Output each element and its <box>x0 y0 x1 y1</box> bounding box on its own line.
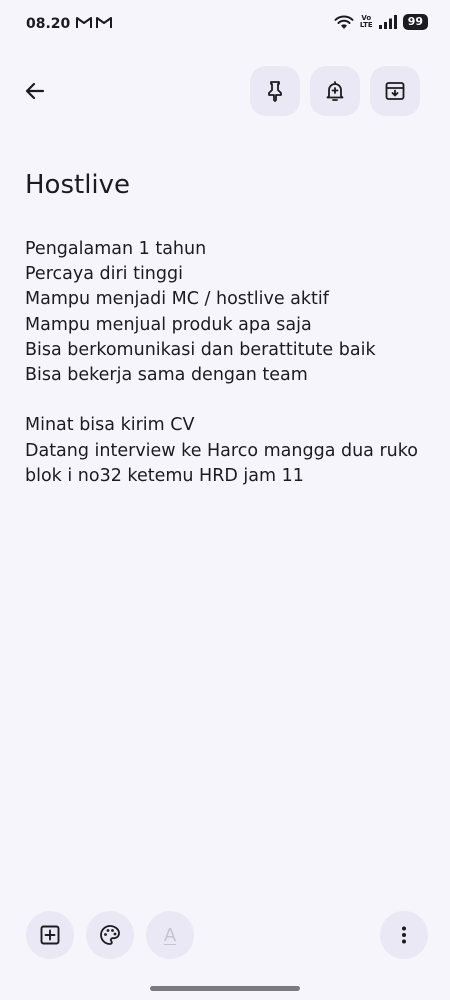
wifi-icon <box>334 15 354 29</box>
signal-icon <box>378 15 397 29</box>
arrow-back-icon <box>25 82 45 100</box>
gesture-bar[interactable] <box>150 986 300 991</box>
archive-icon <box>385 82 405 100</box>
note-line: Bisa bekerja sama dengan team <box>25 365 308 386</box>
note-line <box>25 388 425 413</box>
palette-icon <box>100 925 120 945</box>
gmail-icon <box>96 17 112 28</box>
color-palette-button[interactable] <box>86 911 134 959</box>
volte-indicator: Vo LTE <box>360 15 373 29</box>
note-line: Bisa berkomunikasi dan berattitute baik <box>25 339 376 360</box>
archive-button[interactable] <box>370 66 420 116</box>
reminder-button[interactable] <box>310 66 360 116</box>
note-body[interactable]: Pengalaman 1 tahun Percaya diri tinggi M… <box>25 237 425 489</box>
text-format-button[interactable]: A <box>146 911 194 959</box>
add-button[interactable] <box>26 911 74 959</box>
status-right: Vo LTE 99 <box>334 14 428 30</box>
gmail-icon <box>76 17 92 28</box>
pin-icon <box>268 81 282 102</box>
pin-button[interactable] <box>250 66 300 116</box>
status-time: 08.20 <box>26 16 71 32</box>
notification-icons <box>76 17 112 29</box>
note-line: Mampu menjadi MC / hostlive aktif <box>25 289 329 310</box>
text-format-icon: A <box>163 924 177 946</box>
more-options-button[interactable] <box>380 911 428 959</box>
note-line: Pengalaman 1 tahun <box>25 239 207 259</box>
status-bar: 08.20 Vo LTE 99 <box>0 0 450 50</box>
lte-label: LTE <box>359 21 373 29</box>
battery-indicator: 99 <box>402 14 428 30</box>
note-line: Mampu menjual produk apa saja <box>25 314 312 335</box>
add-box-icon <box>40 925 60 945</box>
note-title[interactable]: Hostlive <box>25 170 130 200</box>
note-line: Minat bisa kirim CV <box>25 415 195 436</box>
bell-plus-icon <box>326 81 344 101</box>
back-button[interactable] <box>14 70 56 112</box>
more-vert-icon <box>402 926 406 944</box>
note-line: Datang interview ke Harco mangga dua ruk… <box>25 440 418 486</box>
note-line: Percaya diri tinggi <box>25 264 183 285</box>
